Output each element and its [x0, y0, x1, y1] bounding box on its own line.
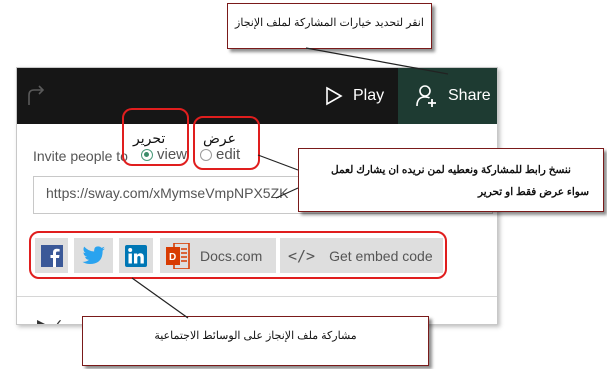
leader-lines: [131, 47, 449, 319]
edit-leader-line: [257, 154, 299, 171]
url-leader-line: [275, 187, 299, 199]
social-leader-line: [131, 277, 189, 319]
share-leader-line: [305, 47, 449, 75]
